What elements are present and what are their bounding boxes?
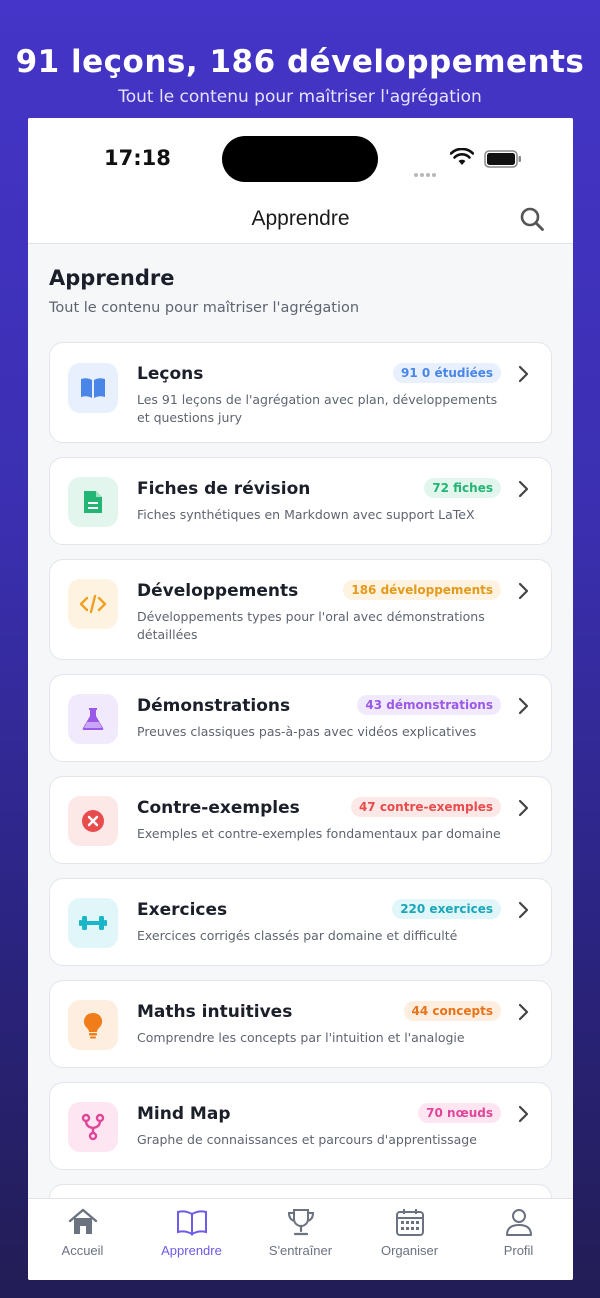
flask-icon bbox=[68, 694, 118, 744]
hero-subtitle: Tout le contenu pour maîtriser l'agrégat… bbox=[118, 87, 482, 107]
card-description: Développements types pour l'oral avec dé… bbox=[137, 609, 485, 642]
phone-screen: 17:18 Apprendre Apprendre Tout le conten… bbox=[28, 118, 573, 1280]
card-title: Contre-exemples bbox=[137, 798, 300, 818]
chevron-right-icon bbox=[518, 582, 529, 600]
card-title: Leçons bbox=[137, 364, 204, 384]
card-developpements[interactable]: Développements 186 développements Dévelo… bbox=[49, 559, 552, 660]
card-demonstrations[interactable]: Démonstrations 43 démonstrations Preuves… bbox=[49, 674, 552, 762]
card-maths-intuitives[interactable]: Maths intuitives 44 concepts Comprendre … bbox=[49, 980, 552, 1068]
card-title: Mind Map bbox=[137, 1104, 231, 1124]
count-badge: 220 exercices bbox=[392, 899, 501, 919]
cellular-signal-icon bbox=[414, 162, 438, 181]
chevron-right-icon bbox=[518, 799, 529, 817]
card-contre-exemples[interactable]: Contre-exemples 47 contre-exemples Exemp… bbox=[49, 776, 552, 864]
fork-icon bbox=[68, 1102, 118, 1152]
chevron-right-icon bbox=[518, 697, 529, 715]
chevron-right-icon bbox=[518, 901, 529, 919]
search-icon[interactable] bbox=[519, 206, 545, 232]
tab-label: Apprendre bbox=[161, 1243, 222, 1258]
section-title: Apprendre bbox=[49, 266, 175, 290]
calendar-icon bbox=[395, 1209, 424, 1236]
card-title: Maths intuitives bbox=[137, 1002, 293, 1022]
count-badge: 186 développements bbox=[343, 580, 501, 600]
card-description: Comprendre les concepts par l'intuition … bbox=[137, 1030, 465, 1045]
card-lecons[interactable]: Leçons 91 0 étudiées Les 91 leçons de l'… bbox=[49, 342, 552, 443]
tab-bar: Accueil Apprendre S'entraîner Organiser … bbox=[28, 1198, 573, 1280]
card-description: Graphe de connaissances et parcours d'ap… bbox=[137, 1132, 477, 1147]
card-description: Exemples et contre-exemples fondamentaux… bbox=[137, 826, 501, 841]
card-description: Fiches synthétiques en Markdown avec sup… bbox=[137, 507, 475, 522]
chevron-right-icon bbox=[518, 480, 529, 498]
section-subtitle: Tout le contenu pour maîtriser l'agrégat… bbox=[49, 300, 360, 316]
tab-label: Profil bbox=[503, 1243, 534, 1258]
user-icon bbox=[505, 1209, 532, 1236]
document-icon bbox=[68, 477, 118, 527]
card-title: Démonstrations bbox=[137, 696, 291, 716]
card-fiches[interactable]: Fiches de révision 72 fiches Fiches synt… bbox=[49, 457, 552, 545]
tab-label: S'entraîner bbox=[268, 1243, 333, 1258]
tab-accueil[interactable]: Accueil bbox=[28, 1207, 137, 1258]
tab-s-entrainer[interactable]: S'entraîner bbox=[246, 1207, 355, 1258]
tab-organiser[interactable]: Organiser bbox=[355, 1207, 464, 1258]
tab-label: Accueil bbox=[61, 1243, 104, 1258]
card-description: Exercices corrigés classés par domaine e… bbox=[137, 928, 458, 943]
card-title: Développements bbox=[137, 581, 299, 601]
tab-apprendre[interactable]: Apprendre bbox=[137, 1207, 246, 1258]
x-circle-icon bbox=[68, 796, 118, 846]
count-badge: 72 fiches bbox=[424, 478, 501, 498]
lightbulb-icon bbox=[68, 1000, 118, 1050]
count-badge: 70 nœuds bbox=[418, 1103, 501, 1123]
wifi-icon bbox=[450, 148, 474, 165]
chevron-right-icon bbox=[518, 365, 529, 383]
dumbbell-icon bbox=[68, 898, 118, 948]
count-badge: 47 contre-exemples bbox=[350, 797, 501, 817]
book-open-icon bbox=[176, 1210, 207, 1236]
code-icon bbox=[68, 579, 118, 629]
tab-label: Organiser bbox=[380, 1243, 439, 1258]
hero-title: 91 leçons, 186 développements bbox=[15, 44, 585, 80]
card-title: Fiches de révision bbox=[137, 479, 311, 499]
navigation-bar: Apprendre bbox=[28, 204, 573, 244]
card-mind-map[interactable]: Mind Map 70 nœuds Graphe de connaissance… bbox=[49, 1082, 552, 1170]
status-time: 17:18 bbox=[104, 146, 171, 170]
card-description: Preuves classiques pas-à-pas avec vidéos… bbox=[137, 724, 477, 739]
card-title: Exercices bbox=[137, 900, 228, 920]
card-description: Les 91 leçons de l'agrégation avec plan,… bbox=[137, 392, 498, 425]
chevron-right-icon bbox=[518, 1105, 529, 1123]
home-icon bbox=[68, 1208, 97, 1234]
status-bar: 17:18 bbox=[28, 118, 573, 204]
count-badge: 44 concepts bbox=[403, 1001, 501, 1021]
count-badge: 91 0 étudiées bbox=[393, 363, 501, 383]
card-exercices[interactable]: Exercices 220 exercices Exercices corrig… bbox=[49, 878, 552, 966]
tab-profil[interactable]: Profil bbox=[464, 1207, 573, 1258]
nav-title: Apprendre bbox=[251, 207, 350, 230]
count-badge: 43 démonstrations bbox=[357, 695, 501, 715]
battery-icon bbox=[484, 150, 521, 168]
trophy-icon bbox=[287, 1209, 314, 1236]
dynamic-island bbox=[222, 136, 378, 182]
book-icon bbox=[68, 363, 118, 413]
chevron-right-icon bbox=[518, 1003, 529, 1021]
